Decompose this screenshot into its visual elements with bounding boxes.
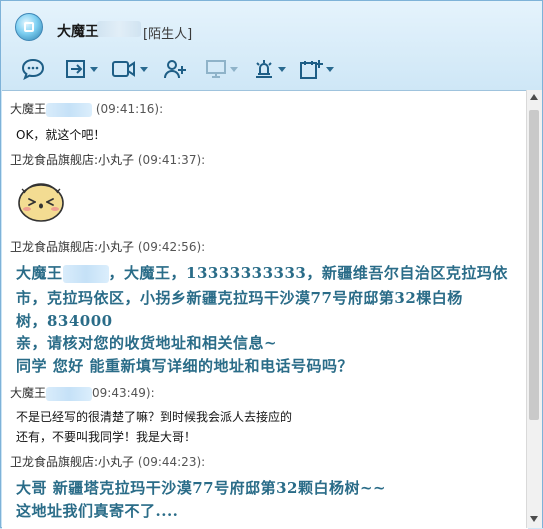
- file-transfer-button[interactable]: [65, 56, 98, 82]
- redacted-name: [62, 265, 109, 283]
- contact-name[interactable]: 大魔王: [57, 21, 99, 41]
- message-text: 大哥 新疆塔克拉玛干沙漠77号府邸第32颗白杨树~~: [16, 479, 387, 497]
- contact-tag: [陌生人]: [143, 27, 193, 42]
- chevron-down-icon[interactable]: [90, 66, 98, 72]
- title-bar: 大魔王 [陌生人]: [1, 1, 543, 53]
- message-text: 大魔王 ，大魔王，13333333333，新疆维吾尔自治区克拉玛依: [16, 264, 508, 283]
- app-add-button[interactable]: [299, 56, 334, 82]
- redacted-name: [46, 386, 93, 401]
- timestamp: (09:41:37):: [137, 153, 206, 167]
- sender-name: 卫龙食品旗舰店:小丸子: [10, 455, 135, 469]
- message-history[interactable]: 大魔王 (09:41:16): OK，就这个吧！ 卫龙食品旗舰店:小丸子 (09…: [2, 90, 528, 529]
- chat-bubble-button[interactable]: [21, 56, 45, 82]
- contact-avatar[interactable]: [15, 13, 43, 41]
- timestamp: (09:42:56):: [137, 240, 206, 254]
- timestamp: (09:44:23):: [137, 455, 206, 469]
- avatar-icon: [24, 22, 34, 32]
- screen-share-button[interactable]: [205, 56, 238, 82]
- blushing-face-emoji: [18, 183, 64, 222]
- chevron-down-icon[interactable]: [278, 66, 286, 72]
- redacted-name: [97, 21, 141, 37]
- message-text: 这地址我们真寄不了....: [16, 502, 179, 520]
- add-friend-icon: [164, 60, 186, 79]
- scroll-down-icon[interactable]: [530, 516, 538, 522]
- scroll-up-icon[interactable]: [530, 94, 538, 100]
- message-header: 卫龙食品旗舰店:小丸子 (09:44:23):: [10, 453, 205, 470]
- chat-bubble-icon: [21, 58, 45, 80]
- chevron-down-icon[interactable]: [326, 66, 334, 72]
- toolbar: [15, 56, 535, 82]
- app-add-icon: [300, 60, 323, 79]
- timestamp: (09:41:16):: [95, 102, 164, 116]
- message-text: 同学 您好 能重新填写详细的地址和电话号码吗？: [16, 357, 353, 375]
- redacted-name: [46, 102, 93, 117]
- video-call-button[interactable]: [111, 56, 148, 82]
- alarm-icon: [256, 60, 272, 78]
- sender-name: 卫龙食品旗舰店:小丸子: [10, 240, 135, 254]
- message-text: 不是已经写的很清楚了嘛？到时候我会派人去接应的: [16, 410, 293, 424]
- scroll-thumb[interactable]: [529, 110, 539, 420]
- message-text: OK，就这个吧！: [16, 128, 106, 142]
- message-header: 卫龙食品旗舰店:小丸子 (09:42:56):: [10, 238, 205, 255]
- scrollbar[interactable]: [526, 90, 542, 528]
- add-friend-button[interactable]: [163, 56, 187, 82]
- video-call-icon: [112, 61, 135, 77]
- chat-window: 大魔王 [陌生人] 大魔王 (09:41:16): OK，就这个吧！ 卫龙食品旗…: [0, 0, 543, 529]
- chevron-down-icon[interactable]: [230, 66, 238, 72]
- message-text: 还有，不要叫我同学！我是大哥！: [16, 430, 197, 444]
- message-text: 亲，请核对您的收货地址和相关信息~: [16, 334, 278, 352]
- message-header: 大魔王 (09:41:16):: [10, 100, 163, 117]
- message-header: 大魔王 09:43:49):: [10, 384, 155, 401]
- file-transfer-icon: [66, 60, 85, 78]
- sender-name: 大魔王: [10, 102, 47, 116]
- chevron-down-icon[interactable]: [140, 66, 148, 72]
- sender-name: 卫龙食品旗舰店:小丸子: [10, 153, 135, 167]
- message-header: 卫龙食品旗舰店:小丸子 (09:41:37):: [10, 151, 205, 168]
- timestamp: 09:43:49):: [92, 386, 155, 400]
- sender-name: 大魔王: [10, 386, 47, 400]
- screen-share-icon: [206, 60, 226, 78]
- remote-assist-button[interactable]: [253, 56, 286, 82]
- recipient-name: 大魔王: [16, 264, 63, 282]
- message-text: 市，克拉玛依区，小拐乡新疆克拉玛干沙漠77号府邸第32棵白杨: [16, 289, 463, 307]
- message-text: 树，834000: [16, 312, 113, 330]
